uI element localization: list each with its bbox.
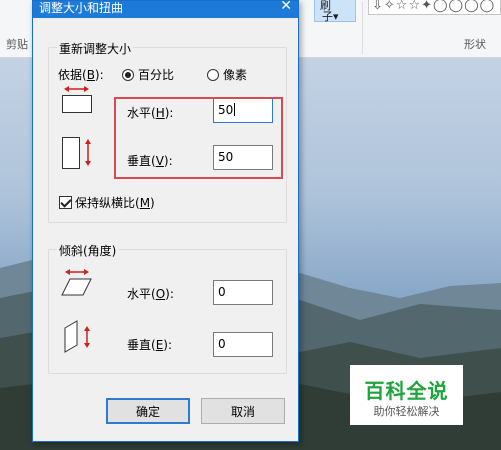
shapes-icons: ⇩✧☆☆✦◯◯◯◯ bbox=[372, 0, 496, 13]
by-label: 依据(B): bbox=[58, 68, 104, 82]
dialog-title: 调整大小和扭曲 bbox=[39, 1, 124, 15]
cancel-button[interactable]: 取消 bbox=[201, 398, 285, 424]
shapes-gallery[interactable]: ⇩✧☆☆✦◯◯◯◯ bbox=[368, 0, 501, 15]
shapes-label: 形状 bbox=[464, 38, 486, 51]
ok-button[interactable]: 确定 bbox=[106, 398, 190, 424]
watermark: 百科全说 助你轻松解决 bbox=[350, 365, 463, 425]
clipboard-group: 剪贴 bbox=[0, 0, 32, 58]
watermark-subtitle: 助你轻松解决 bbox=[373, 405, 440, 418]
skew-horizontal-input[interactable]: 0 bbox=[213, 280, 273, 305]
pixels-label: 像素 bbox=[223, 68, 248, 82]
checkbox-box bbox=[59, 196, 72, 209]
skew-group-title: 倾斜(角度) bbox=[57, 242, 119, 259]
vertical-skew-icon bbox=[64, 320, 90, 353]
pixels-radio[interactable]: 像素 bbox=[207, 66, 247, 83]
horizontal-skew-icon bbox=[61, 269, 92, 296]
skew-vertical-label: 垂直(E): bbox=[127, 338, 173, 352]
skew-vertical-input[interactable]: 0 bbox=[213, 332, 273, 357]
brush-label: 子▾ bbox=[322, 10, 339, 23]
percent-label: 百分比 bbox=[138, 68, 175, 82]
skew-horizontal-label: 水平(O): bbox=[127, 287, 174, 301]
keep-ratio-label: 保持纵横比(M) bbox=[75, 196, 155, 210]
chevron-down-icon: ▾ bbox=[333, 10, 339, 23]
horizontal-resize-icon bbox=[62, 86, 92, 113]
skew-group: 倾斜(角度) 水平(O): 0 垂直(E): 0 bbox=[48, 242, 287, 374]
close-icon[interactable]: ✕ bbox=[280, 0, 292, 14]
clipboard-label: 剪贴 bbox=[6, 38, 28, 51]
ribbon-divider bbox=[362, 2, 363, 54]
percent-radio-dot bbox=[122, 68, 134, 81]
highlight-box bbox=[114, 97, 283, 179]
percent-radio[interactable]: 百分比 bbox=[122, 66, 174, 83]
resize-group-title: 重新调整大小 bbox=[57, 40, 134, 57]
keep-aspect-ratio-checkbox[interactable]: 保持纵横比(M) bbox=[59, 194, 155, 211]
vertical-resize-icon bbox=[62, 137, 91, 169]
resize-skew-dialog: 调整大小和扭曲 ✕ 重新调整大小 依据(B): 百分比 像素 水平(H): 50 bbox=[32, 0, 299, 442]
dialog-title-bar[interactable]: 调整大小和扭曲 ✕ bbox=[33, 0, 298, 18]
watermark-title: 百科全说 bbox=[364, 379, 449, 403]
pixels-radio-dot bbox=[207, 68, 219, 81]
